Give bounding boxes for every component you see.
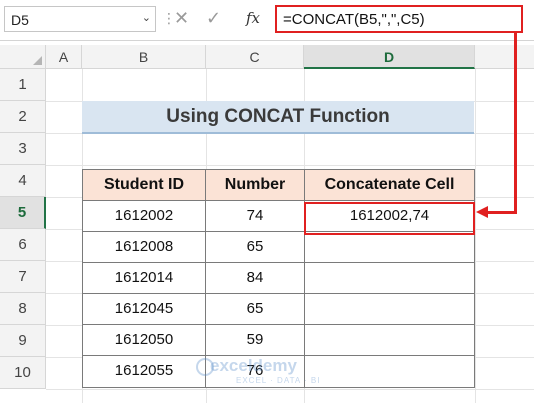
column-header-e[interactable] [475,45,534,69]
select-all-corner[interactable] [0,45,46,69]
name-box-value: D5 [11,12,29,28]
header-number[interactable]: Number [205,169,305,201]
cell-d8[interactable] [304,293,475,325]
cell-d6[interactable] [304,231,475,263]
row-header-1[interactable]: 1 [0,69,46,101]
row-header-8[interactable]: 8 [0,293,46,325]
selected-cell-highlight [304,202,475,235]
gridline [46,389,534,390]
cell-c5[interactable]: 74 [205,200,305,232]
select-all-icon [33,56,42,65]
cell-b8[interactable]: 1612045 [82,293,206,325]
header-student-id[interactable]: Student ID [82,169,206,201]
watermark-text: exceldemy [210,356,297,375]
cell-c7[interactable]: 84 [205,262,305,294]
cancel-icon[interactable]: ✕ [174,8,189,29]
enter-icon[interactable]: ✓ [206,8,221,29]
formula-text: =CONCAT(B5,",",C5) [283,11,425,28]
formula-bar: D5 ⌄ ⋮ ✕ ✓ fx =CONCAT(B5,",",C5) [0,0,534,41]
chevron-down-icon[interactable]: ⌄ [142,11,151,24]
cell-d10[interactable] [304,355,475,388]
arrow-left-icon [476,206,488,218]
sheet-title[interactable]: Using CONCAT Function [82,101,474,134]
column-header-c[interactable]: C [206,45,304,69]
column-header-a[interactable]: A [46,45,82,69]
cell-b9[interactable]: 1612050 [82,324,206,356]
cell-b5[interactable]: 1612002 [82,200,206,232]
row-header-7[interactable]: 7 [0,261,46,293]
cell-b6[interactable]: 1612008 [82,231,206,263]
insert-function-icon[interactable]: fx [246,9,260,27]
header-concatenate-cell[interactable]: Concatenate Cell [304,169,475,201]
cell-b7[interactable]: 1612014 [82,262,206,294]
row-header-6[interactable]: 6 [0,229,46,261]
column-header-b[interactable]: B [82,45,206,69]
row-header-4[interactable]: 4 [0,165,46,197]
annotation-arrow-line [486,211,517,214]
row-header-10[interactable]: 10 [0,357,46,389]
row-header-3[interactable]: 3 [0,133,46,165]
name-box[interactable]: D5 ⌄ [4,6,156,32]
row-header-9[interactable]: 9 [0,325,46,357]
annotation-arrow-line [514,33,517,214]
gridline [46,165,534,166]
formula-input[interactable]: =CONCAT(B5,",",C5) [275,5,523,33]
cell-c8[interactable]: 65 [205,293,305,325]
cell-b10[interactable]: 1612055 [82,355,206,388]
row-header-2[interactable]: 2 [0,101,46,133]
cell-c6[interactable]: 65 [205,231,305,263]
watermark-tagline: EXCEL · DATA · BI [236,376,321,385]
cell-d9[interactable] [304,324,475,356]
gridline [475,69,476,403]
cell-c9[interactable]: 59 [205,324,305,356]
cell-d7[interactable] [304,262,475,294]
row-header-5[interactable]: 5 [0,197,46,229]
column-header-d[interactable]: D [304,45,475,69]
